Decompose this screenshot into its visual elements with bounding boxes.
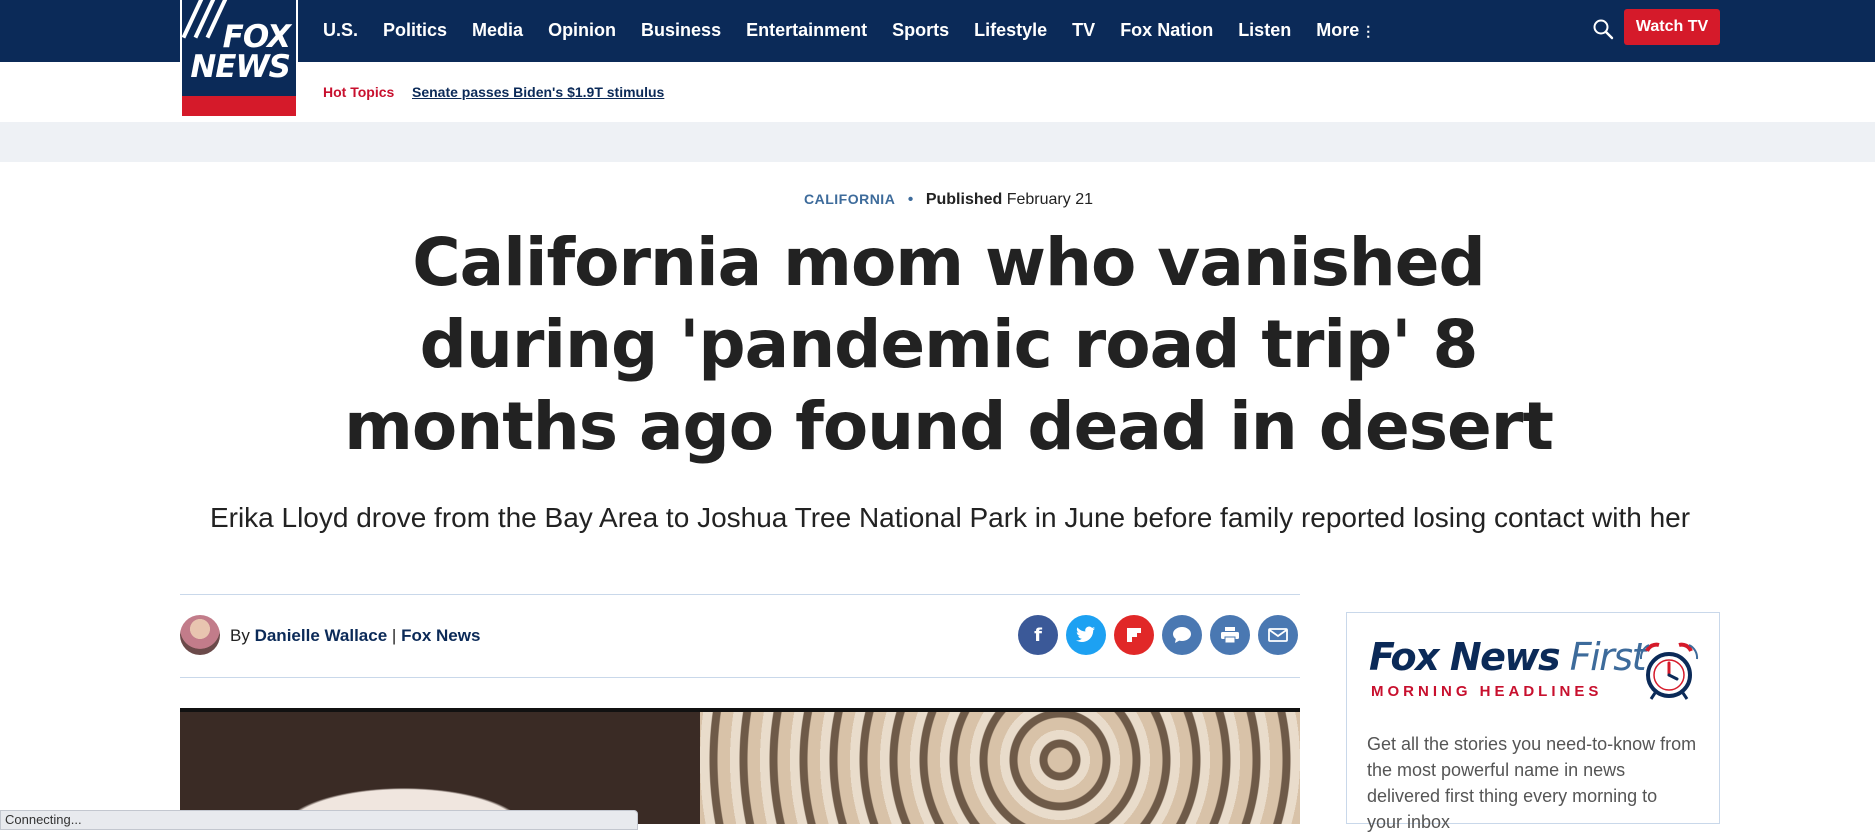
nav-item-sports[interactable]: Sports — [892, 18, 949, 43]
by-label: By — [230, 626, 250, 645]
author-avatar[interactable] — [180, 615, 220, 655]
share-flipboard-button[interactable] — [1114, 615, 1154, 655]
email-icon — [1268, 628, 1288, 642]
newsletter-card[interactable]: Fox News First MORNING HEADLINES Get all… — [1346, 612, 1720, 832]
comments-button[interactable] — [1162, 615, 1202, 655]
nav-item-listen[interactable]: Listen — [1238, 18, 1291, 43]
share-facebook-button[interactable]: f — [1018, 615, 1058, 655]
flipboard-icon — [1127, 628, 1141, 642]
meta-separator-dot: • — [907, 191, 914, 208]
nav-more-label: More — [1316, 20, 1360, 40]
hero-photo-left — [180, 712, 740, 824]
byline-bar: By Danielle Wallace | Fox News f — [180, 594, 1300, 678]
hot-topic-link[interactable]: Senate passes Biden's $1.9T stimulus — [412, 84, 664, 100]
author-link[interactable]: Danielle Wallace — [255, 626, 388, 645]
newsletter-title-thin: First — [1569, 635, 1647, 679]
newsletter-title-bold: Fox News — [1369, 635, 1561, 679]
nav-item-lifestyle[interactable]: Lifestyle — [974, 18, 1047, 43]
nav-item-fox-nation[interactable]: Fox Nation — [1120, 18, 1213, 43]
alarm-clock-icon — [1639, 642, 1699, 700]
category-link[interactable]: CALIFORNIA — [804, 191, 895, 207]
article-hero-image[interactable] — [180, 708, 1300, 824]
nav-item-us[interactable]: U.S. — [323, 18, 358, 43]
main-nav: U.S. Politics Media Opinion Business Ent… — [323, 18, 1400, 43]
nav-item-tv[interactable]: TV — [1072, 18, 1095, 43]
watch-tv-button[interactable]: Watch TV — [1624, 9, 1720, 45]
twitter-icon — [1076, 626, 1095, 643]
comment-bubble-icon — [1173, 627, 1191, 643]
hot-topics-label: Hot Topics — [323, 84, 395, 100]
logo-text: FOX NEWS — [190, 19, 291, 85]
article-subhead: Erika Lloyd drove from the Bay Area to J… — [209, 502, 1691, 533]
nav-item-media[interactable]: Media — [472, 18, 523, 43]
nav-item-opinion[interactable]: Opinion — [548, 18, 616, 43]
print-button[interactable] — [1210, 615, 1250, 655]
byline: By Danielle Wallace | Fox News — [230, 626, 480, 646]
byline-separator: | — [391, 626, 397, 645]
hero-photo-right — [700, 712, 1300, 824]
search-icon[interactable] — [1592, 18, 1614, 40]
nav-item-politics[interactable]: Politics — [383, 18, 447, 43]
nav-item-business[interactable]: Business — [641, 18, 721, 43]
outlet-link[interactable]: Fox News — [401, 626, 480, 645]
article-meta: CALIFORNIA • Published February 21 — [0, 191, 1875, 209]
published-date: February 21 — [1006, 191, 1093, 208]
fox-news-logo[interactable]: FOX NEWS — [180, 0, 298, 118]
more-dots-icon: ⋮ — [1361, 23, 1376, 39]
published-label: Published — [925, 191, 1003, 208]
email-button[interactable] — [1258, 615, 1298, 655]
browser-status-bar: Connecting... — [0, 810, 638, 830]
newsletter-subtitle: MORNING HEADLINES — [1371, 683, 1603, 700]
print-icon — [1221, 627, 1239, 644]
logo-red-band — [182, 96, 296, 116]
nav-item-more[interactable]: More ⋮ — [1316, 18, 1375, 43]
ad-band — [0, 122, 1875, 162]
article-headline: California mom who vanished during 'pand… — [344, 224, 1554, 465]
newsletter-description: Get all the stories you need-to-know fro… — [1367, 734, 1697, 832]
share-twitter-button[interactable] — [1066, 615, 1106, 655]
facebook-icon: f — [1034, 624, 1042, 646]
nav-item-entertainment[interactable]: Entertainment — [746, 18, 867, 43]
newsletter-title: Fox News First — [1369, 635, 1647, 679]
